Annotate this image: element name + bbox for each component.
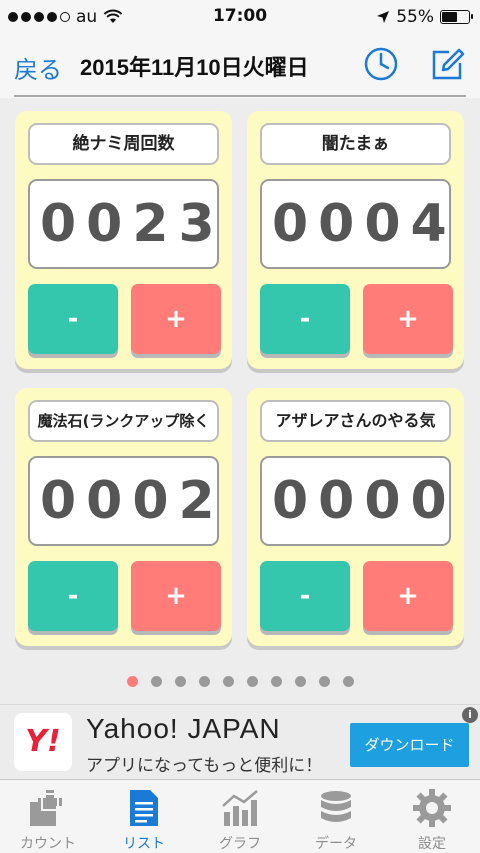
clock-icon[interactable]: [363, 46, 399, 82]
ad-subtitle: アプリになってもっと便利に！: [86, 756, 323, 776]
page-dot[interactable]: [223, 676, 234, 687]
tab-label: カウント: [20, 836, 76, 852]
page-title: 2015年11月10日火曜日: [80, 55, 309, 80]
decrement-button[interactable]: -: [260, 284, 350, 354]
increment-button[interactable]: +: [363, 284, 453, 354]
page-dot[interactable]: [127, 676, 138, 687]
page-dot[interactable]: [151, 676, 162, 687]
tab-count[interactable]: カウント: [0, 780, 96, 853]
counter-value: 0000: [260, 456, 451, 546]
gear-icon: [413, 789, 451, 827]
page-dot[interactable]: [319, 676, 330, 687]
location-arrow-icon: [377, 11, 390, 23]
page-dot[interactable]: [343, 676, 354, 687]
tab-data[interactable]: データ: [288, 780, 384, 853]
tab-graph[interactable]: グラフ: [192, 780, 288, 853]
back-button[interactable]: 戻る: [14, 50, 62, 85]
increment-button[interactable]: +: [363, 561, 453, 631]
chart-icon: [222, 790, 258, 826]
counter-label[interactable]: 絶ナミ周回数: [28, 123, 219, 165]
counter-value: 0004: [260, 179, 451, 269]
nav-divider: [14, 95, 466, 97]
page-dot[interactable]: [199, 676, 210, 687]
counter-card: アザレアさんのやる気 0000 - +: [247, 388, 464, 646]
tab-list[interactable]: リスト: [96, 780, 192, 853]
increment-button[interactable]: +: [131, 284, 221, 354]
tab-label: データ: [315, 836, 357, 852]
tab-settings[interactable]: 設定: [384, 780, 480, 853]
decrement-button[interactable]: -: [28, 284, 118, 354]
tab-label: 設定: [418, 836, 446, 852]
page-dot[interactable]: [295, 676, 306, 687]
counter-label[interactable]: 闇たまぁ: [260, 123, 451, 165]
counter-card: 魔法石(ランクアップ除く 0002 - +: [15, 388, 232, 646]
counter-value: 0002: [28, 456, 219, 546]
counter-value: 0023: [28, 179, 219, 269]
ad-info-icon[interactable]: i: [462, 707, 478, 723]
list-document-icon: [130, 790, 158, 826]
counter-plus-icon: [30, 790, 62, 826]
compose-icon[interactable]: [429, 46, 465, 82]
tab-label: リスト: [123, 836, 165, 852]
tab-label: グラフ: [219, 836, 261, 852]
status-right: 55%: [376, 7, 473, 27]
decrement-button[interactable]: -: [260, 561, 350, 631]
page-dot[interactable]: [175, 676, 186, 687]
ad-title: Yahoo! JAPAN: [86, 713, 281, 744]
status-bar: au 17:00 55%: [0, 0, 480, 34]
database-icon: [321, 791, 351, 822]
page-indicator: [127, 676, 354, 687]
counter-label[interactable]: 魔法石(ランクアップ除く: [28, 400, 219, 442]
battery-percent: 55%: [396, 7, 434, 27]
counter-card: 絶ナミ周回数 0023 - +: [15, 111, 232, 369]
counter-label[interactable]: アザレアさんのやる気: [260, 400, 451, 442]
increment-button[interactable]: +: [131, 561, 221, 631]
yahoo-logo: Y!: [14, 713, 72, 771]
battery-icon: [440, 10, 473, 24]
page-dot[interactable]: [247, 676, 258, 687]
decrement-button[interactable]: -: [28, 561, 118, 631]
ad-download-button[interactable]: ダウンロード: [350, 723, 469, 767]
tab-bar: カウント リスト グラフ データ 設定: [0, 779, 480, 853]
ad-banner[interactable]: Y! Yahoo! JAPAN アプリになってもっと便利に！ ダウンロード i: [0, 704, 480, 778]
page-dot[interactable]: [271, 676, 282, 687]
counter-card: 闇たまぁ 0004 - +: [247, 111, 464, 369]
